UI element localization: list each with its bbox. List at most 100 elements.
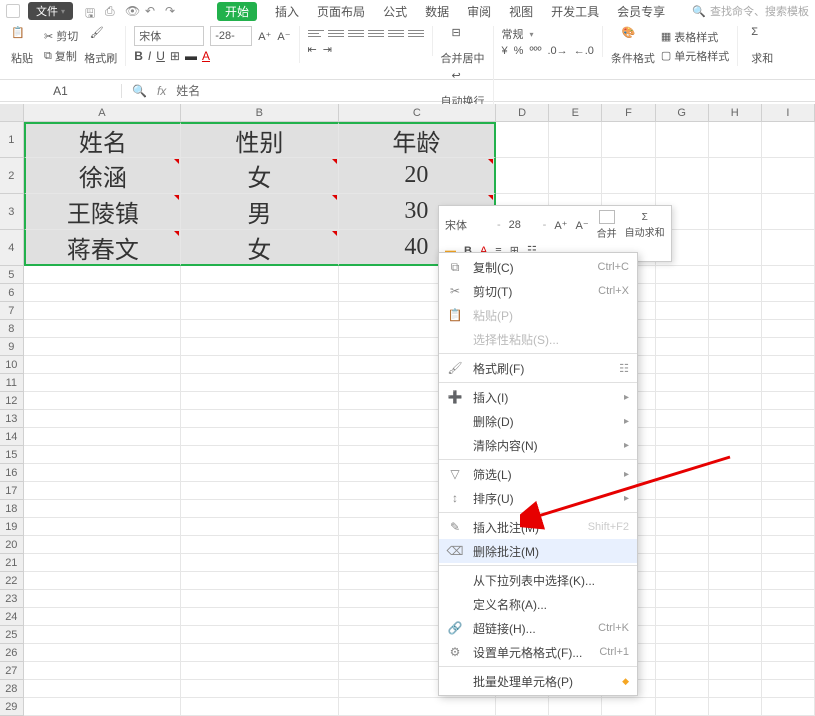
cell[interactable] — [709, 536, 762, 554]
menu-item[interactable]: ⌫删除批注(M) — [439, 539, 637, 563]
cell[interactable] — [762, 356, 815, 374]
cell[interactable] — [181, 698, 338, 716]
row-header[interactable]: 16 — [0, 464, 24, 482]
cell[interactable] — [181, 662, 338, 680]
sum-button[interactable]: Σ 求和 — [746, 26, 778, 66]
cell[interactable] — [762, 374, 815, 392]
col-header-B[interactable]: B — [181, 104, 338, 121]
cell[interactable] — [656, 410, 709, 428]
formula-input[interactable]: 姓名 — [176, 82, 200, 99]
row-header[interactable]: 2 — [0, 158, 24, 194]
font-name-select[interactable]: 宋体 — [134, 26, 204, 46]
cell[interactable] — [24, 284, 181, 302]
cell[interactable] — [496, 698, 549, 716]
cell[interactable]: 年龄 — [339, 122, 496, 158]
cell[interactable] — [762, 410, 815, 428]
cell[interactable] — [181, 374, 338, 392]
cell[interactable] — [709, 554, 762, 572]
cell[interactable] — [24, 500, 181, 518]
row-header[interactable]: 5 — [0, 266, 24, 284]
row-header[interactable]: 3 — [0, 194, 24, 230]
cell[interactable] — [709, 644, 762, 662]
cell[interactable] — [762, 662, 815, 680]
search-box[interactable]: 🔍 查找命令、搜索模板 — [692, 3, 809, 19]
row-header[interactable]: 10 — [0, 356, 24, 374]
cell[interactable] — [181, 266, 338, 284]
cell[interactable] — [656, 644, 709, 662]
row-header[interactable]: 13 — [0, 410, 24, 428]
align-left-button[interactable] — [368, 26, 384, 40]
row-header[interactable]: 26 — [0, 644, 24, 662]
menu-item[interactable]: 🖌格式刷(F)☷ — [439, 356, 637, 380]
align-right-button[interactable] — [408, 26, 424, 40]
cell[interactable] — [709, 608, 762, 626]
cell[interactable] — [181, 392, 338, 410]
cell[interactable] — [24, 356, 181, 374]
save-icon[interactable]: 🖫 — [85, 4, 99, 18]
cell[interactable] — [762, 644, 815, 662]
col-header-E[interactable]: E — [549, 104, 602, 121]
row-header[interactable]: 12 — [0, 392, 24, 410]
cell[interactable] — [24, 626, 181, 644]
row-header[interactable]: 24 — [0, 608, 24, 626]
cell[interactable] — [24, 374, 181, 392]
cell[interactable] — [549, 158, 602, 194]
cell[interactable] — [762, 194, 815, 230]
cell[interactable] — [24, 410, 181, 428]
cell[interactable] — [709, 482, 762, 500]
cell[interactable]: 女 — [181, 158, 338, 194]
cell[interactable] — [181, 572, 338, 590]
cell[interactable]: 姓名 — [24, 122, 182, 158]
cell[interactable] — [656, 626, 709, 644]
row-header[interactable]: 15 — [0, 446, 24, 464]
cell[interactable] — [709, 572, 762, 590]
cell[interactable] — [656, 518, 709, 536]
decrease-font-icon[interactable]: A⁻ — [277, 30, 290, 43]
cell[interactable] — [709, 662, 762, 680]
cell[interactable] — [762, 608, 815, 626]
decrease-decimal-button[interactable]: ←.0 — [574, 45, 594, 57]
cell[interactable] — [24, 698, 181, 716]
col-header-F[interactable]: F — [602, 104, 655, 121]
cell[interactable] — [709, 266, 762, 284]
mini-merge-button[interactable]: 合并 — [597, 210, 617, 240]
cell[interactable] — [709, 320, 762, 338]
cell[interactable]: 男 — [181, 194, 338, 230]
bold-button[interactable]: B — [134, 49, 143, 63]
cell[interactable] — [24, 662, 181, 680]
cell[interactable] — [602, 158, 655, 194]
cell[interactable] — [24, 554, 181, 572]
cell[interactable] — [762, 122, 815, 158]
menu-item[interactable]: ✂剪切(T)Ctrl+X — [439, 279, 637, 303]
cell[interactable] — [656, 302, 709, 320]
row-header[interactable]: 17 — [0, 482, 24, 500]
row-header[interactable]: 20 — [0, 536, 24, 554]
cell[interactable] — [709, 410, 762, 428]
cell[interactable] — [656, 122, 709, 158]
row-header[interactable]: 23 — [0, 590, 24, 608]
cell[interactable] — [181, 428, 338, 446]
cell[interactable] — [709, 518, 762, 536]
row-header[interactable]: 27 — [0, 662, 24, 680]
menu-item[interactable]: ✎插入批注(M)Shift+F2 — [439, 515, 637, 539]
cell[interactable]: 蒋春文 — [24, 230, 182, 266]
tab-page-layout[interactable]: 页面布局 — [317, 3, 365, 20]
cell[interactable] — [762, 320, 815, 338]
cell[interactable] — [24, 464, 181, 482]
row-header[interactable]: 25 — [0, 626, 24, 644]
col-header-I[interactable]: I — [762, 104, 815, 121]
cell[interactable] — [24, 392, 181, 410]
cell[interactable] — [762, 554, 815, 572]
increase-decimal-button[interactable]: .0→ — [548, 45, 568, 57]
select-all-corner[interactable] — [0, 104, 24, 121]
cell[interactable] — [496, 158, 549, 194]
cell[interactable] — [181, 284, 338, 302]
tab-review[interactable]: 审阅 — [467, 3, 491, 20]
row-header[interactable]: 28 — [0, 680, 24, 698]
underline-button[interactable]: U — [156, 49, 165, 63]
increase-font-icon[interactable]: A⁺ — [258, 30, 271, 43]
cell[interactable] — [656, 428, 709, 446]
col-header-G[interactable]: G — [656, 104, 709, 121]
tab-developer[interactable]: 开发工具 — [551, 3, 599, 20]
cell[interactable] — [24, 446, 181, 464]
